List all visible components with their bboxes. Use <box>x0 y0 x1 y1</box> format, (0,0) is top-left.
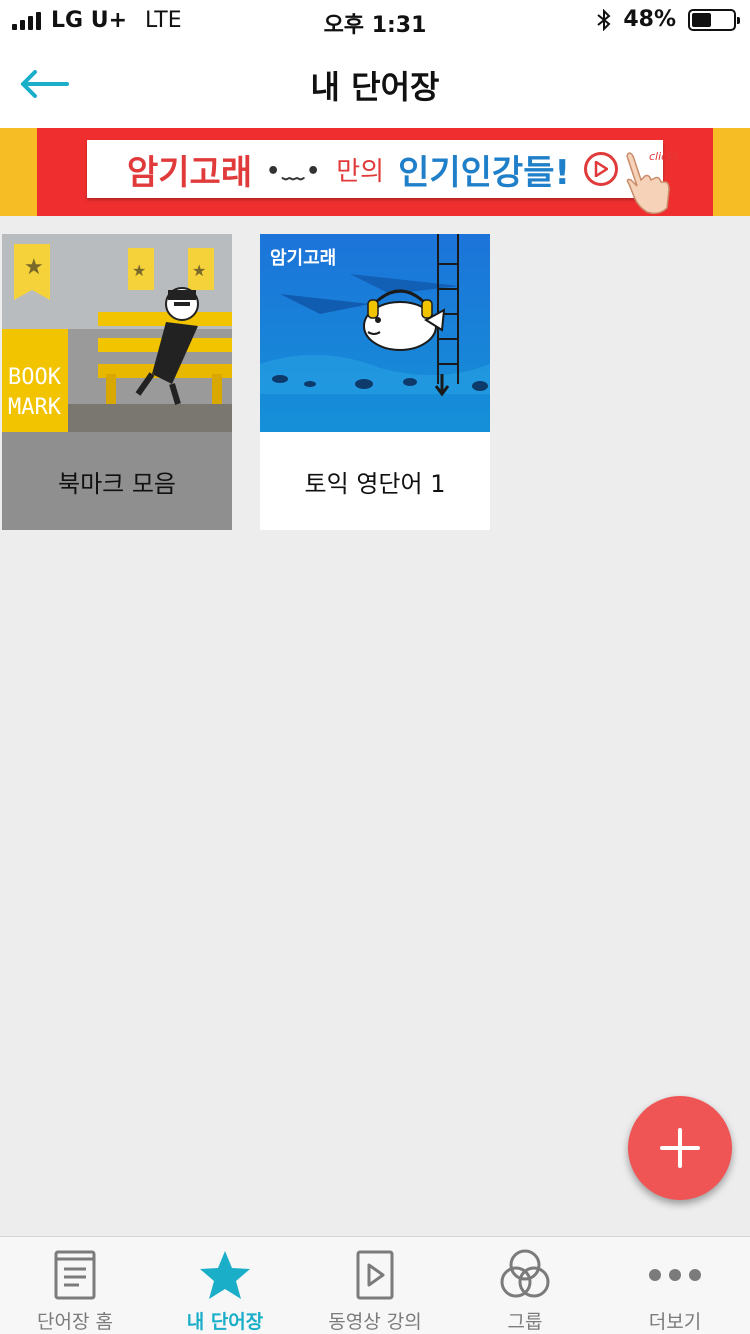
add-wordbook-button[interactable] <box>628 1096 732 1200</box>
bluetooth-icon <box>597 8 611 31</box>
play-circle-icon <box>584 152 618 186</box>
card-thumbnail: ★ ★ ★ BOOK MARK <box>2 234 232 432</box>
card-title: 토익 영단어 1 <box>304 469 446 498</box>
svg-text:★: ★ <box>24 255 44 280</box>
tab-my-wordbook[interactable]: 내 단어장 <box>150 1237 300 1334</box>
banner-paper: 암기고래 •﹏• 만의 인기인강들! <box>87 140 663 198</box>
battery-fill <box>692 12 712 27</box>
book-label: BOOK <box>8 365 62 390</box>
tab-groups[interactable]: 그룹 <box>450 1237 600 1334</box>
svg-text:★: ★ <box>132 261 146 280</box>
svg-text:★: ★ <box>192 261 206 280</box>
video-play-icon <box>355 1249 395 1301</box>
banner-connector: 만의 <box>336 156 385 187</box>
page-title: 내 단어장 <box>310 68 440 106</box>
book-icon <box>53 1249 97 1301</box>
whale-thumbnail-image: 암기고래 <box>260 234 490 432</box>
bookmark-thumbnail-image: ★ ★ ★ BOOK MARK <box>2 234 232 432</box>
navigation-bar: 내 단어장 <box>0 40 750 128</box>
banner-brand: 암기고래 <box>127 152 253 193</box>
wordbook-card-bookmarks[interactable]: ★ ★ ★ BOOK MARK 북마크 모음 <box>2 234 232 530</box>
tab-wordbook-home[interactable]: 단어장 홈 <box>0 1237 150 1334</box>
thumbnail-brand: 암기고래 <box>270 248 336 269</box>
mark-label: MARK <box>8 395 62 420</box>
plus-icon <box>660 1128 700 1168</box>
click-text: click! <box>649 150 678 163</box>
wordbook-card-toeic[interactable]: 암기고래 토익 영단어 1 <box>260 234 490 530</box>
tab-label: 그룹 <box>507 1311 543 1333</box>
tab-label: 단어장 홈 <box>37 1311 113 1333</box>
tab-label: 내 단어장 <box>186 1311 264 1333</box>
tab-bar: 단어장 홈 내 단어장 동영상 강의 그룹 더보기 <box>0 1236 750 1334</box>
battery-icon <box>688 8 740 31</box>
group-circles-icon <box>498 1249 552 1301</box>
tab-video-lectures[interactable]: 동영상 강의 <box>300 1237 450 1334</box>
more-dots-icon <box>648 1249 702 1301</box>
banner-frame: 암기고래 •﹏• 만의 인기인강들! click! <box>37 128 713 216</box>
banner-headline: 인기인강들! <box>398 152 570 193</box>
status-bar: LG U+ LTE 오후 1:31 48% <box>0 0 750 40</box>
star-icon <box>198 1249 252 1301</box>
ad-banner[interactable]: 암기고래 •﹏• 만의 인기인강들! click! <box>0 128 750 216</box>
battery-percent: 48% <box>623 7 676 32</box>
card-thumbnail: 암기고래 <box>260 234 490 432</box>
whale-face-icon: •﹏• <box>266 159 323 184</box>
tab-more[interactable]: 더보기 <box>600 1237 750 1334</box>
tab-label: 동영상 강의 <box>328 1311 422 1333</box>
status-right: 48% <box>597 7 740 32</box>
card-title: 북마크 모음 <box>2 432 232 530</box>
pointing-hand-icon: click! <box>619 146 683 220</box>
tab-label: 더보기 <box>648 1311 702 1333</box>
